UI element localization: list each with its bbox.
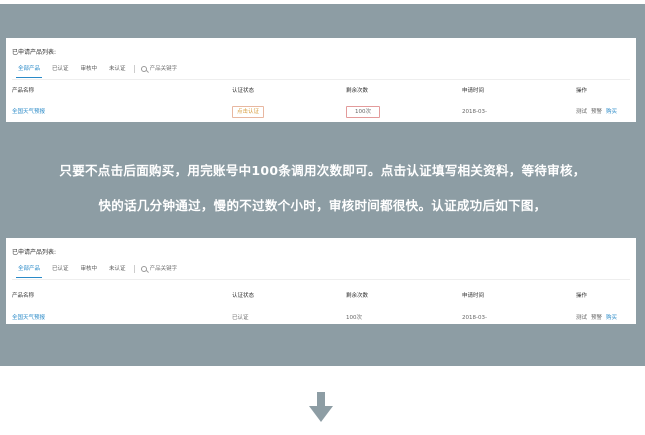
alert-link[interactable]: 预警	[591, 109, 602, 115]
product-list-panel-before: 已申请产品列表: 全部产品 已认证 审核中 未认证 产品名称 认证状态 剩余次数…	[6, 38, 636, 122]
tabs-divider	[12, 279, 630, 280]
search-input[interactable]	[149, 64, 230, 74]
tab-certified[interactable]: 已认证	[46, 263, 75, 275]
row-actions: 测试 预警 购买	[576, 312, 621, 324]
column-header-remaining: 剩余次数	[346, 88, 369, 94]
remaining-count: 100次	[346, 106, 380, 118]
column-header-status: 认证状态	[232, 293, 255, 299]
table-row: 全国天气预报 点击认证 100次 2018-03- 测试 预警 购买	[6, 106, 636, 118]
apply-time: 2018-03-	[462, 109, 487, 115]
column-header-remaining: 剩余次数	[346, 293, 369, 299]
test-link[interactable]: 测试	[576, 315, 587, 321]
table-header: 产品名称 认证状态 剩余次数 申请时间 操作	[6, 290, 636, 302]
tabs-divider	[12, 79, 630, 80]
column-header-ops: 操作	[576, 293, 588, 299]
alert-link[interactable]: 预警	[591, 315, 602, 321]
search-box	[137, 64, 230, 74]
search-icon	[140, 266, 147, 272]
tab-under-review[interactable]: 审核中	[75, 263, 104, 275]
column-header-status: 认证状态	[232, 88, 255, 94]
product-list-panel-after: 已申请产品列表: 全部产品 已认证 审核中 未认证 产品名称 认证状态 剩余次数…	[6, 238, 636, 324]
tab-all-products[interactable]: 全部产品	[12, 63, 46, 78]
filter-tabs: 全部产品 已认证 审核中 未认证	[12, 263, 230, 278]
search-box	[137, 264, 230, 274]
tab-all-products[interactable]: 全部产品	[12, 263, 46, 278]
filter-tabs: 全部产品 已认证 审核中 未认证	[12, 63, 230, 78]
panel-title: 已申请产品列表:	[12, 249, 57, 256]
panel-title: 已申请产品列表:	[12, 49, 57, 56]
buy-link[interactable]: 购买	[606, 109, 617, 115]
column-header-ops: 操作	[576, 88, 588, 94]
caption-line-1: 只要不点击后面购买，用完账号中100条调用次数即可。点击认证填写相关资料，等待审…	[59, 163, 586, 178]
tab-under-review[interactable]: 审核中	[75, 63, 104, 75]
tab-divider	[133, 65, 135, 73]
apply-time: 2018-03-	[462, 315, 487, 321]
caption-line-2: 快的话几分钟通过，慢的不过数个小时，审核时间都很快。认证成功后如下图，	[98, 198, 547, 213]
status-cell: 点击认证	[232, 106, 265, 118]
remaining-count: 100次	[346, 315, 362, 321]
product-name-link[interactable]: 全国天气预报	[12, 106, 45, 118]
buy-link[interactable]: 购买	[606, 315, 617, 321]
tab-certified[interactable]: 已认证	[46, 63, 75, 75]
column-header-name: 产品名称	[12, 293, 35, 299]
search-input[interactable]	[149, 264, 230, 274]
tab-uncertified[interactable]: 未认证	[103, 63, 132, 75]
tab-divider	[133, 265, 135, 273]
column-header-time: 申请时间	[462, 293, 485, 299]
tab-uncertified[interactable]: 未认证	[103, 263, 132, 275]
search-icon	[140, 66, 147, 72]
row-actions: 测试 预警 购买	[576, 106, 621, 118]
column-header-name: 产品名称	[12, 88, 35, 94]
arrow-down-icon	[309, 392, 333, 422]
column-header-time: 申请时间	[462, 88, 485, 94]
certify-button[interactable]: 点击认证	[232, 106, 265, 118]
table-row: 全国天气预报 已认证 100次 2018-03- 测试 预警 购买	[6, 312, 636, 324]
product-name-link[interactable]: 全国天气预报	[12, 312, 45, 324]
test-link[interactable]: 测试	[576, 109, 587, 115]
table-header: 产品名称 认证状态 剩余次数 申请时间 操作	[6, 85, 636, 97]
status-badge: 已认证	[232, 315, 249, 321]
remaining-cell: 100次	[346, 106, 380, 118]
